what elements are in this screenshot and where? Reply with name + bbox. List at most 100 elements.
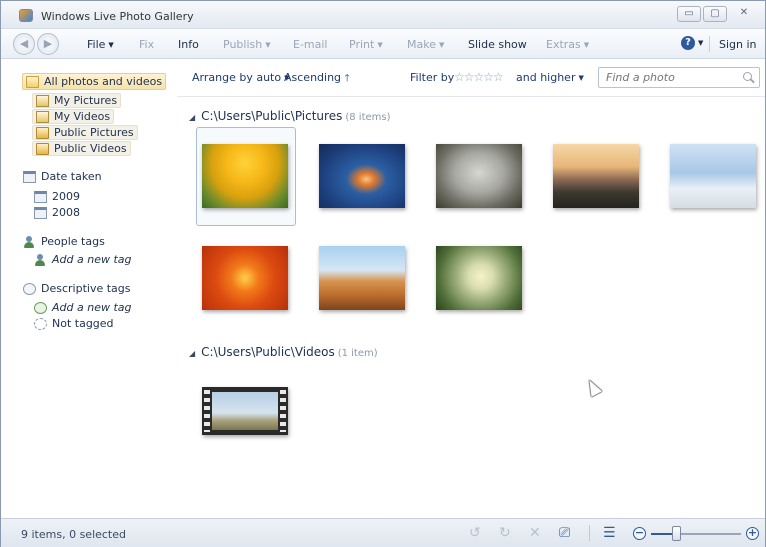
file-menu[interactable]: File ▼ (87, 38, 114, 51)
add-tag-icon (34, 301, 47, 314)
group-header-pictures[interactable]: ◢ C:\Users\Public\Pictures (8 items) (189, 109, 391, 123)
untagged-icon (34, 317, 47, 330)
sidebar-item-my-videos[interactable]: My Videos (32, 109, 115, 124)
rating-stars-filter[interactable]: ☆☆☆☆☆ (454, 70, 504, 84)
sidebar-item-not-tagged[interactable]: Not tagged (34, 317, 114, 330)
close-button[interactable]: ✕ (729, 6, 759, 22)
thumbnail-koala[interactable] (436, 144, 522, 208)
chevron-down-icon: ▼ (578, 74, 584, 82)
print-menu-label: Print (349, 38, 375, 51)
sign-in-button[interactable]: Sign in (719, 38, 757, 51)
chevron-down-icon: ▼ (265, 41, 271, 49)
chevron-down-icon: ▼ (438, 41, 445, 49)
back-button[interactable]: ◀ (13, 33, 35, 55)
slideshow-icon[interactable]: ⎚ (559, 526, 570, 540)
and-higher-menu[interactable]: and higher ▼ (516, 71, 584, 84)
sidebar-item-label: 2008 (52, 206, 80, 219)
shared-folder-icon (36, 142, 49, 155)
slideshow-button[interactable]: Slide show (468, 38, 527, 51)
pictures-folder-icon (36, 94, 49, 107)
videos-folder-icon (36, 110, 49, 123)
group-header-videos[interactable]: ◢ C:\Users\Public\Videos (1 item) (189, 345, 378, 359)
sidebar-item-year-2009[interactable]: 2009 (34, 190, 80, 203)
file-menu-label: File (87, 38, 106, 51)
photo-gallery-app-icon (19, 9, 33, 22)
publish-menu[interactable]: Publish ▼ (223, 38, 271, 51)
sidebar-item-my-pictures[interactable]: My Pictures (32, 93, 122, 108)
collapse-triangle-icon[interactable]: ◢ (189, 349, 195, 358)
search-box[interactable] (598, 67, 760, 88)
film-strip-holes (204, 390, 210, 432)
thumbnail-video[interactable] (202, 387, 288, 435)
sidebar-item-label: Public Videos (54, 142, 127, 155)
search-input[interactable] (599, 68, 729, 87)
maximize-button[interactable]: ▢ (703, 6, 727, 22)
help-icon[interactable]: ? (681, 36, 695, 50)
make-menu[interactable]: Make ▼ (407, 38, 444, 51)
sidebar-item-label: 2009 (52, 190, 80, 203)
help-chevron-down-icon[interactable]: ▼ (698, 39, 703, 47)
sidebar-item-label: My Pictures (54, 94, 118, 107)
nav-buttons: ◀ ▶ (13, 33, 59, 55)
fix-button[interactable]: Fix (139, 38, 154, 51)
video-frame-preview (212, 392, 278, 430)
filter-by-label: Filter by (410, 71, 455, 84)
sidebar-item-label: Add a new tag (52, 301, 132, 314)
sidebar-item-date-taken[interactable]: Date taken (23, 170, 102, 183)
thumbnail-tulips[interactable] (202, 144, 288, 208)
mouse-pointer-icon (583, 377, 603, 397)
thumbnail-chrysanthemum[interactable] (202, 246, 288, 310)
navigation-pane: All photos and videos My Pictures My Vid… (1, 59, 177, 518)
extras-menu-label: Extras (546, 38, 581, 51)
sidebar-item-all-photos[interactable]: All photos and videos (22, 73, 167, 90)
calendar-icon (34, 206, 47, 219)
group-count: (8 items) (345, 112, 391, 123)
status-separator (589, 525, 590, 541)
delete-icon[interactable]: ✕ (529, 526, 541, 540)
make-menu-label: Make (407, 38, 436, 51)
email-button[interactable]: E-mail (293, 38, 328, 51)
zoom-out-icon[interactable]: − (633, 527, 646, 540)
info-button[interactable]: Info (178, 38, 199, 51)
command-bar: ◀ ▶ File ▼ Fix Info Publish ▼ E-mail Print… (1, 29, 765, 59)
sidebar-item-public-pictures[interactable]: Public Pictures (32, 125, 138, 140)
extras-menu[interactable]: Extras ▼ (546, 38, 589, 51)
sidebar-item-year-2008[interactable]: 2008 (34, 206, 80, 219)
sidebar-item-public-videos[interactable]: Public Videos (32, 141, 131, 156)
sidebar-item-label: Add a new tag (52, 253, 132, 266)
group-count: (1 item) (337, 348, 378, 359)
thumbnail-jellyfish[interactable] (319, 144, 405, 208)
rotate-right-icon[interactable]: ↻ (499, 526, 511, 540)
and-higher-label: and higher (516, 71, 576, 84)
shared-folder-icon (36, 126, 49, 139)
group-path: C:\Users\Public\Videos (201, 345, 335, 359)
minimize-button[interactable]: ▭ (677, 6, 701, 22)
add-person-icon (34, 253, 47, 266)
arrange-by-menu[interactable]: Arrange by auto ▼ (192, 71, 289, 84)
zoom-slider-track[interactable] (651, 533, 741, 535)
group-path: C:\Users\Public\Pictures (201, 109, 343, 123)
zoom-in-icon[interactable]: + (746, 527, 759, 540)
chevron-down-icon: ▼ (377, 41, 383, 49)
thumbnail-lighthouse[interactable] (553, 144, 639, 208)
sidebar-item-add-descriptive-tag[interactable]: Add a new tag (34, 301, 132, 314)
filter-bar: Arrange by auto ▼ Ascending 🡑 Filter by ☆… (177, 59, 765, 97)
sidebar-item-label: All photos and videos (44, 75, 163, 88)
collapse-triangle-icon[interactable]: ◢ (189, 113, 195, 122)
zoom-slider-thumb[interactable] (672, 526, 682, 541)
sidebar-item-descriptive-tags[interactable]: Descriptive tags (23, 282, 131, 295)
rotate-left-icon[interactable]: ↺ (469, 526, 481, 540)
details-view-icon[interactable]: ☰ (603, 526, 616, 540)
thumbnail-desert[interactable] (319, 246, 405, 310)
film-strip-holes (280, 390, 286, 432)
print-menu[interactable]: Print ▼ (349, 38, 383, 51)
sort-order-button[interactable]: Ascending 🡑 (284, 71, 350, 88)
arrow-up-icon: 🡑 (344, 73, 350, 84)
search-icon[interactable] (743, 72, 752, 81)
forward-button[interactable]: ▶ (37, 33, 59, 55)
sidebar-item-add-people-tag[interactable]: Add a new tag (34, 253, 132, 266)
sidebar-item-label: Not tagged (52, 317, 114, 330)
sidebar-item-people-tags[interactable]: People tags (23, 235, 105, 248)
thumbnail-penguins[interactable] (670, 144, 756, 208)
thumbnail-hydrangeas[interactable] (436, 246, 522, 310)
